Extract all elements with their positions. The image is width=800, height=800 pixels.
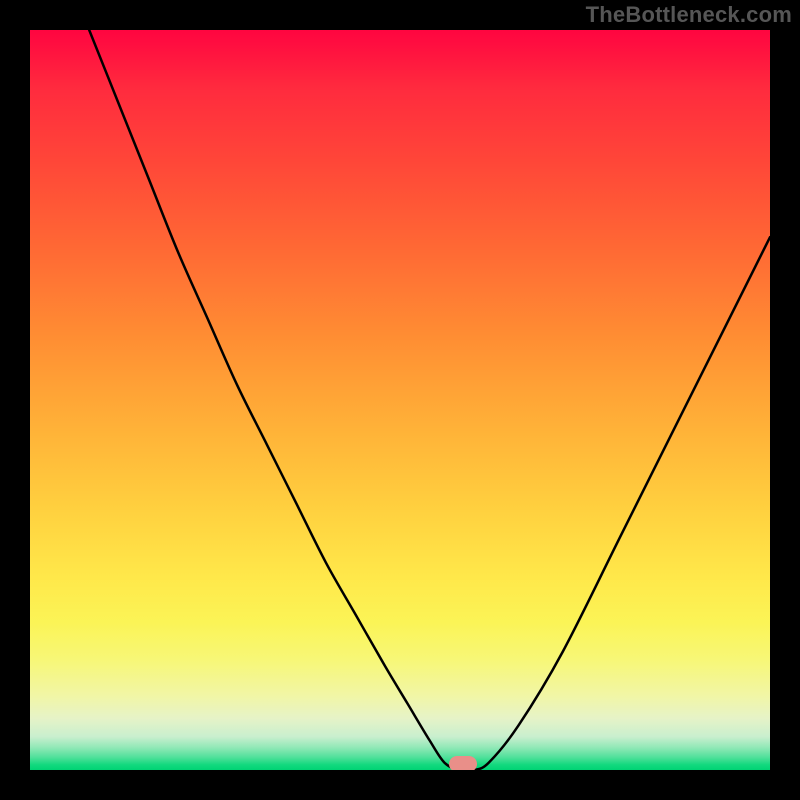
chart-frame: TheBottleneck.com xyxy=(0,0,800,800)
curve-svg xyxy=(30,30,770,770)
bottleneck-curve xyxy=(89,30,770,770)
plot-area xyxy=(30,30,770,770)
attribution-label: TheBottleneck.com xyxy=(586,2,792,28)
optimum-marker xyxy=(449,756,477,770)
